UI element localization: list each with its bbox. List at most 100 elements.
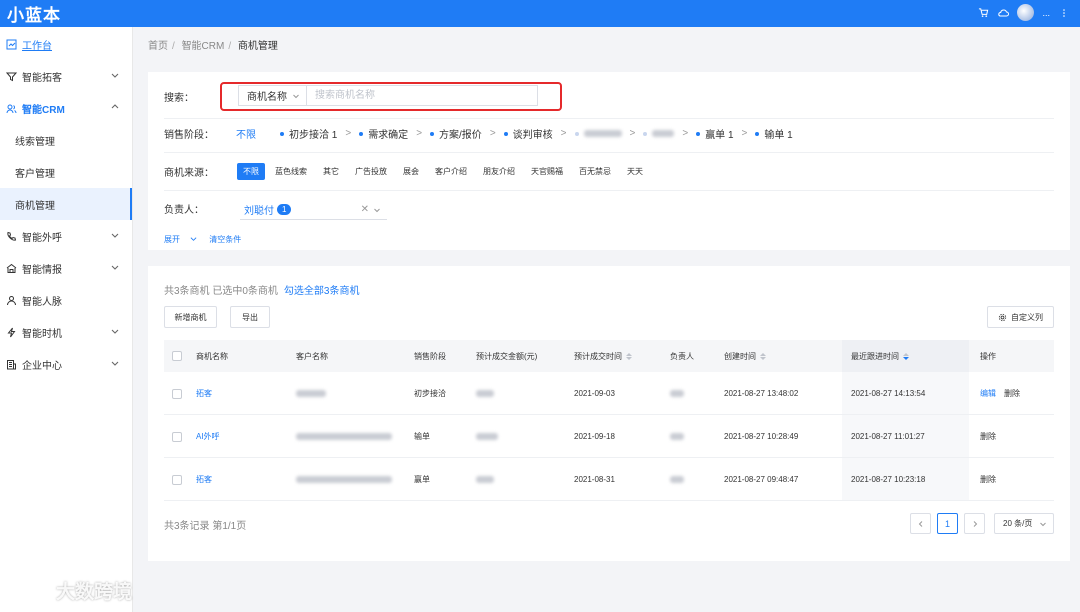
chevron-right-icon [973,520,977,527]
search-type-select[interactable]: 商机名称 [239,86,307,105]
workbench-icon [5,38,17,50]
customer-name-redacted [296,372,326,415]
user-menu-dots[interactable]: ... [1042,8,1050,18]
divider [164,190,1054,191]
source-option[interactable]: 展会 [397,163,425,180]
delete-link[interactable]: 删除 [980,431,996,442]
page-number[interactable]: 1 [937,513,958,534]
stage-cell: 初步接洽 [414,389,446,398]
cloud-icon[interactable] [997,7,1010,19]
column-header-sortable[interactable]: 预计成交时间 [574,340,632,372]
opportunity-name-link[interactable]: AI外呼 [196,415,220,458]
delete-link[interactable]: 删除 [980,474,996,485]
sidebar: 工作台 智能拓客 智能CRM 线索管理 客户管理 商机管理 智能外呼 智能情报 [0,27,133,612]
sidebar-item-smart-network[interactable]: 智能人脉 [0,284,132,316]
source-option[interactable]: 其它 [317,163,345,180]
column-header: 操作 [980,351,996,361]
people-icon [5,294,17,306]
breadcrumb-crm[interactable]: 智能CRM [182,41,225,52]
more-icon[interactable] [1058,7,1070,19]
select-all-link[interactable]: 勾选全部3条商机 [284,286,360,297]
custom-columns-button[interactable]: 自定义列 [987,306,1054,328]
expand-link[interactable]: 展开 [164,235,197,244]
table-row: AI外呼 输单 2021-09-18 2021-08-27 10:28:49 2… [164,415,1054,458]
stage-all-option[interactable]: 不限 [236,126,256,141]
source-option[interactable]: 客户介绍 [429,163,473,180]
filter-panel: 搜索： 商机名称 销售阶段： 不限 初步接洽 1> 需求确定> 方案/报价> 谈… [148,72,1070,250]
stage-option[interactable]: 需求确定 > [359,126,422,141]
chevron-down-icon [293,94,299,99]
stage-option-redacted[interactable]: > [643,128,688,139]
chevron-down-icon [111,329,119,334]
edit-link[interactable]: 编辑 [980,388,996,399]
watermark-text: 大数跨境 [56,582,133,603]
column-header-sortable[interactable]: 最近跟进时间 [851,340,909,372]
opportunity-name-link[interactable]: 拓客 [196,458,212,501]
delete-link[interactable]: 删除 [1004,388,1020,399]
sidebar-item-label: 工作台 [22,40,52,52]
gear-icon [998,313,1007,321]
chevron-down-icon [374,208,380,213]
source-option-all[interactable]: 不限 [237,163,265,180]
owner-redacted [670,415,684,458]
app-logo[interactable]: 小蓝本 [7,1,61,26]
sidebar-subitem-leads[interactable]: 线索管理 [0,124,132,156]
owner-select[interactable]: 刘聪付 1 ✕ [240,200,387,220]
chevron-down-icon [111,265,119,270]
select-all-checkbox[interactable] [172,351,182,361]
source-option[interactable]: 天官赐福 [525,163,569,180]
stage-label: 销售阶段： [164,130,214,141]
sidebar-item-smart-prospecting[interactable]: 智能拓客 [0,60,132,92]
sidebar-subitem-customers[interactable]: 客户管理 [0,156,132,188]
sidebar-item-smart-timing[interactable]: 智能时机 [0,316,132,348]
sidebar-item-enterprise-center[interactable]: 企业中心 [0,348,132,380]
sidebar-subitem-opportunities[interactable]: 商机管理 [0,188,132,220]
row-checkbox[interactable] [172,431,182,442]
watermark-logo-icon [10,580,50,598]
column-header: 负责人 [670,351,694,361]
stage-option[interactable]: 初步接洽 1 > [280,126,351,141]
customer-name-redacted [296,415,392,458]
source-option[interactable]: 百无禁忌 [573,163,617,180]
opportunity-name-link[interactable]: 拓客 [196,372,212,415]
divider [164,152,1054,153]
stage-option[interactable]: 输单 1 [755,126,793,141]
selection-summary: 共3条商机 已选中0条商机 勾选全部3条商机 [164,286,360,297]
add-opportunity-button[interactable]: 新增商机 [164,306,217,328]
sidebar-item-workbench[interactable]: 工作台 [0,28,132,60]
column-header-sortable[interactable]: 创建时间 [724,340,766,372]
watermark: 大数跨境 [10,577,132,604]
source-row: 商机来源： 不限 蓝色线索 其它 广告投放 展会 客户介绍 朋友介绍 天官赐福 … [164,163,653,180]
search-box: 商机名称 [238,85,538,106]
sidebar-item-smart-calling[interactable]: 智能外呼 [0,220,132,252]
stage-option-redacted[interactable]: > [574,128,635,139]
chevron-down-icon [111,361,119,366]
source-option[interactable]: 天天 [621,163,649,180]
cart-icon[interactable] [977,7,989,19]
source-option[interactable]: 朋友介绍 [477,163,521,180]
column-header: 销售阶段 [414,351,446,361]
breadcrumb-home[interactable]: 首页 [148,41,168,52]
sidebar-item-label: 智能CRM [22,104,65,116]
sidebar-item-label: 企业中心 [22,360,62,372]
avatar[interactable] [1017,4,1035,21]
prev-page-button[interactable] [910,513,931,534]
stage-option[interactable]: 方案/报价 > [430,126,496,141]
row-checkbox[interactable] [172,388,182,399]
source-option[interactable]: 蓝色线索 [269,163,313,180]
stage-option[interactable]: 赢单 1 > [696,126,747,141]
next-page-button[interactable] [964,513,985,534]
source-label: 商机来源： [164,168,214,179]
intel-icon [5,262,17,274]
stage-option[interactable]: 谈判审核 > [503,126,567,141]
page-size-select[interactable]: 20 条/页 [994,513,1054,534]
export-button[interactable]: 导出 [230,306,270,328]
search-input[interactable] [307,86,537,105]
clear-icon[interactable]: ✕ [361,204,369,215]
record-count: 共3条记录 第1/1页 [164,521,247,532]
sidebar-item-smart-intel[interactable]: 智能情报 [0,252,132,284]
sidebar-item-smart-crm[interactable]: 智能CRM [0,92,132,124]
row-checkbox[interactable] [172,474,182,485]
source-option[interactable]: 广告投放 [349,163,393,180]
clear-filters-link[interactable]: 清空条件 [209,235,241,244]
